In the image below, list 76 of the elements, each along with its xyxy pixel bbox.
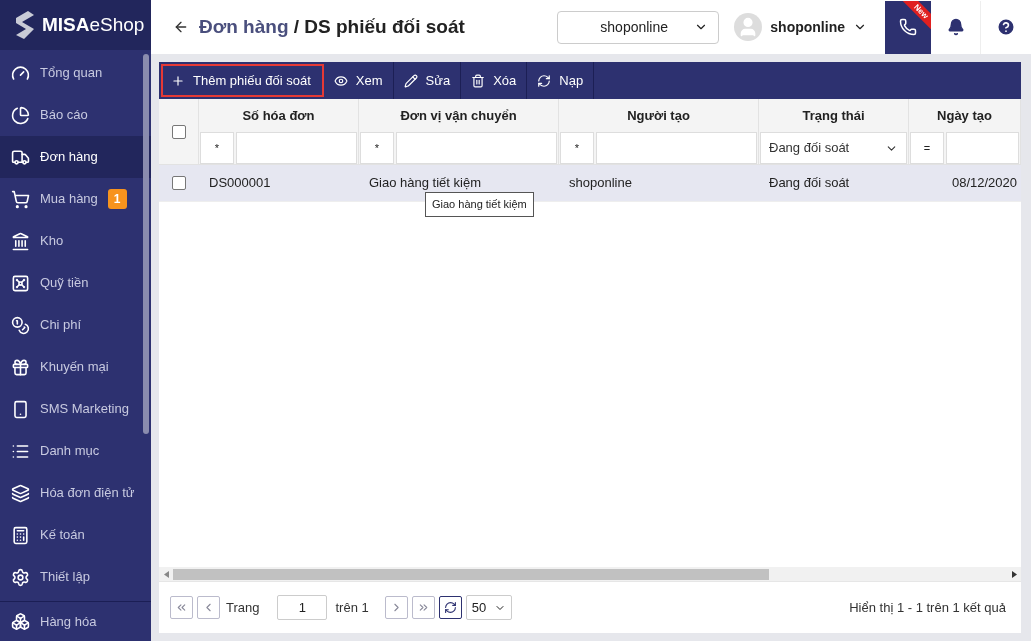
sidebar-item[interactable]: Kho — [0, 220, 151, 262]
toolbar-button[interactable]: Thêm phiếu đối soát — [161, 64, 324, 97]
checkbox[interactable] — [172, 176, 186, 190]
calculator-icon — [11, 525, 30, 545]
sidebar-item[interactable]: Kế toán — [0, 514, 151, 556]
filter-input[interactable] — [596, 132, 757, 164]
column-header: Số hóa đơn — [241, 106, 316, 125]
sidebar-item[interactable]: Mua hàng 1 — [0, 178, 151, 220]
boxes-icon — [11, 612, 30, 631]
page-count: trên 1 — [335, 598, 369, 617]
tooltip: Giao hàng tiết kiệm — [425, 192, 534, 217]
page-size-select[interactable]: 50 — [465, 595, 512, 620]
filter-operator[interactable]: * — [360, 132, 394, 164]
coins-icon — [11, 315, 30, 335]
filter-input[interactable] — [236, 132, 357, 164]
filter-input[interactable] — [396, 132, 557, 164]
eye-icon — [333, 73, 348, 88]
table-cell-text: Đang đối soát — [768, 174, 851, 193]
filter-select[interactable]: Đang đối soát — [760, 132, 907, 164]
help-icon[interactable] — [996, 17, 1016, 37]
bank-icon — [11, 231, 30, 251]
filter-input[interactable] — [946, 132, 1019, 164]
sidebar-item[interactable]: Chi phí — [0, 304, 151, 346]
page-title: Đơn hàng / DS phiếu đối soát — [199, 14, 465, 39]
pencil-icon — [403, 73, 418, 88]
pie-chart-icon — [11, 105, 30, 125]
page-label: Trang — [226, 598, 260, 617]
sidebar-item[interactable]: Tổng quan — [0, 52, 151, 94]
refresh-icon — [443, 601, 457, 614]
scroll-thumb[interactable] — [173, 568, 769, 580]
phone-icon — [11, 399, 30, 419]
table-cell-text: DS000001 — [208, 174, 272, 193]
refresh-button[interactable] — [438, 596, 462, 619]
sidebar-item[interactable]: Báo cáo — [0, 94, 151, 136]
sidebar-item[interactable]: Khuyến mại — [0, 346, 151, 388]
page-input[interactable]: 1 — [277, 595, 328, 620]
sidebar-item[interactable]: Hàng hóa — [0, 601, 151, 641]
first-page-button[interactable] — [170, 596, 193, 619]
checkbox[interactable] — [171, 124, 186, 139]
column-header: Đơn vị vận chuyển — [399, 106, 518, 125]
filter-operator[interactable]: * — [560, 132, 594, 164]
truck-icon — [11, 147, 30, 167]
sidebar-item[interactable]: Quỹ tiền — [0, 262, 151, 304]
user-menu[interactable]: shoponline — [734, 13, 885, 41]
table-cell-text: Giao hàng tiết kiệm — [368, 174, 482, 193]
result-summary: Hiển thị 1 - 1 trên 1 kết quả — [849, 598, 1006, 617]
sidebar-item[interactable]: Thiết lập — [0, 556, 151, 598]
shop-select[interactable]: shoponline — [557, 10, 720, 44]
settings-icon — [11, 567, 30, 587]
filter-operator[interactable]: = — [910, 132, 944, 164]
sidebar-item[interactable]: Hóa đơn điện tử — [0, 472, 151, 514]
table-cell-text: shoponline — [568, 174, 633, 193]
column-header: Trạng thái — [801, 106, 866, 125]
bell-icon[interactable] — [946, 18, 965, 36]
brand-name: MISAeShop — [42, 12, 145, 37]
column-header: Ngày tạo — [936, 106, 993, 125]
back-icon[interactable] — [173, 19, 189, 35]
sidebar-item[interactable]: Danh mục — [0, 430, 151, 472]
refresh-icon — [537, 73, 552, 88]
double-chevron-left-icon — [175, 601, 188, 614]
previous-page-button[interactable] — [197, 596, 220, 619]
safe-icon — [11, 273, 30, 293]
trash-icon — [471, 73, 486, 88]
cart-icon — [11, 189, 30, 209]
column-header: Người tạo — [626, 106, 691, 125]
gift-icon — [11, 357, 30, 377]
gauge-icon — [11, 63, 30, 83]
count-badge: 1 — [107, 189, 127, 209]
phone-icon — [899, 18, 917, 36]
table-cell-text: 08/12/2020 — [950, 174, 1018, 193]
filter-operator[interactable]: * — [200, 132, 234, 164]
sidebar-item[interactable]: SMS Marketing — [0, 388, 151, 430]
layers-icon — [11, 483, 30, 503]
next-page-button[interactable] — [384, 596, 408, 619]
plus-icon — [171, 73, 185, 88]
sidebar-item[interactable]: Đơn hàng — [0, 136, 151, 178]
